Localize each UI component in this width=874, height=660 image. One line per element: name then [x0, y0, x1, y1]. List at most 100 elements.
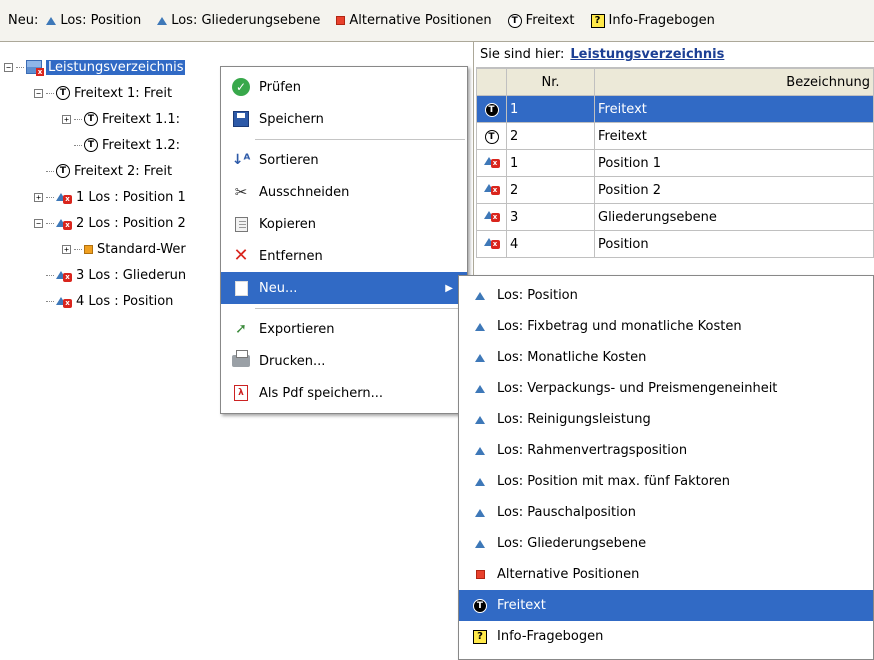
tree-item[interactable]: + x 1 Los : Position 1 — [34, 186, 186, 208]
submenu-item-los-position[interactable]: Los: Position — [459, 280, 873, 311]
menu-item-kopieren[interactable]: Kopieren — [221, 208, 467, 240]
pdf-icon: λ — [234, 385, 248, 401]
scissors-icon: ✂ — [234, 183, 248, 201]
submenu-item-info-fragebogen[interactable]: ? Info-Fragebogen — [459, 621, 873, 652]
leistungsverzeichnis-icon: x — [26, 60, 44, 76]
tree-item-label: Leistungsverzeichnis — [46, 59, 186, 75]
breadcrumb-link[interactable]: Leistungsverzeichnis — [570, 47, 724, 62]
row-icon-cell: x — [476, 203, 507, 231]
submenu-item-los-pauschal[interactable]: Los: Pauschalposition — [459, 497, 873, 528]
menu-item-label: Neu... — [259, 280, 298, 296]
tree-item[interactable]: + T Freitext 1.1: — [62, 108, 180, 130]
delete-x-icon: ✕ — [233, 245, 249, 266]
submenu-item-los-fixbetrag[interactable]: Los: Fixbetrag und monatliche Kosten — [459, 311, 873, 342]
menu-item-label: Sortieren — [259, 152, 319, 168]
submenu-item-alternative-positionen[interactable]: Alternative Positionen — [459, 559, 873, 590]
row-icon-cell: x — [476, 149, 507, 177]
submenu-item-label: Los: Fixbetrag und monatliche Kosten — [497, 319, 742, 334]
toolbar-new-info-fragebogen-button[interactable]: ? Info-Fragebogen — [590, 13, 715, 28]
table-row[interactable]: x 4 Position — [476, 230, 874, 258]
submenu-item-label: Los: Gliederungsebene — [497, 536, 647, 551]
tree-item[interactable]: T Freitext 2: Freit — [46, 160, 172, 182]
submenu-item-los-rahmenvertrag[interactable]: Los: Rahmenvertragsposition — [459, 435, 873, 466]
icon-column-header[interactable] — [476, 68, 507, 96]
submenu-item-los-monatliche-kosten[interactable]: Los: Monatliche Kosten — [459, 342, 873, 373]
toolbar-label: Neu: — [8, 13, 39, 28]
toolbar-new-alternative-positionen-button[interactable]: Alternative Positionen — [336, 13, 492, 28]
collapse-icon[interactable]: − — [34, 218, 43, 228]
expand-icon[interactable]: + — [34, 192, 43, 202]
triangle-blue-icon — [46, 16, 57, 25]
menu-item-drucken[interactable]: Drucken... — [221, 345, 467, 377]
tree-item-label: Freitext 1: Freit — [74, 85, 173, 101]
menu-item-entfernen[interactable]: ✕ Entfernen — [221, 240, 467, 272]
los-position-icon: x — [483, 154, 500, 168]
table-row[interactable]: x 3 Gliederungsebene — [476, 203, 874, 231]
tree-item[interactable]: − x 2 Los : Position 2 — [34, 212, 186, 234]
nr-cell: 4 — [506, 230, 595, 258]
tree-connector — [46, 92, 54, 94]
freitext-t-icon: T — [484, 103, 499, 117]
tree-item[interactable]: x 3 Los : Gliederun — [46, 264, 186, 286]
square-orange-icon — [84, 244, 93, 254]
row-icon-cell: x — [476, 230, 507, 258]
tree-item-label: 2 Los : Position 2 — [76, 215, 186, 231]
freitext-t-icon: T — [84, 138, 98, 152]
toolbar-new-los-gliederungsebene-button[interactable]: Los: Gliederungsebene — [157, 13, 320, 28]
los-position-icon: x — [56, 190, 72, 204]
toolbar-new-los-position-button[interactable]: Los: Position — [46, 13, 141, 28]
triangle-blue-icon — [475, 477, 485, 486]
square-red-icon — [475, 570, 485, 579]
submenu-item-los-gliederungsebene[interactable]: Los: Gliederungsebene — [459, 528, 873, 559]
table-row[interactable]: x 2 Position 2 — [476, 176, 874, 204]
info-question-icon: ? — [590, 13, 605, 28]
submenu-item-label: Los: Position mit max. fünf Faktoren — [497, 474, 730, 489]
submenu-item-label: Los: Verpackungs- und Preismengeneinheit — [497, 381, 778, 396]
tree-item[interactable]: x 4 Los : Position — [46, 290, 173, 312]
menu-item-sortieren[interactable]: ↓ᴬ Sortieren — [221, 144, 467, 176]
tree-item[interactable]: T Freitext 1.2: — [74, 134, 180, 156]
row-icon-cell: x — [476, 176, 507, 204]
square-red-icon — [336, 16, 346, 25]
triangle-blue-icon — [475, 539, 485, 548]
tree-connector — [16, 66, 24, 68]
menu-item-speichern[interactable]: Speichern — [221, 103, 467, 135]
tree-item-label: 4 Los : Position — [76, 293, 174, 309]
bezeichnung-cell: Position 2 — [594, 176, 874, 204]
submenu-item-los-fuenf-faktoren[interactable]: Los: Position mit max. fünf Faktoren — [459, 466, 873, 497]
collapse-icon[interactable]: − — [4, 62, 13, 72]
context-menu: ✓ Prüfen Speichern ↓ᴬ Sortieren ✂ Aussch… — [220, 66, 468, 414]
table-row[interactable]: T 2 Freitext — [476, 122, 874, 150]
tree-item[interactable]: + Standard-Wer — [62, 238, 186, 260]
submenu-item-label: Alternative Positionen — [497, 567, 640, 582]
neu-submenu: Los: Position Los: Fixbetrag und monatli… — [458, 275, 874, 660]
menu-item-pruefen[interactable]: ✓ Prüfen — [221, 71, 467, 103]
submenu-item-los-reinigung[interactable]: Los: Reinigungsleistung — [459, 404, 873, 435]
expand-icon[interactable]: + — [62, 114, 71, 124]
menu-item-label: Kopieren — [259, 216, 316, 232]
bezeichnung-column-header[interactable]: Bezeichnung — [594, 68, 874, 96]
nr-column-header[interactable]: Nr. — [506, 68, 595, 96]
tree-item-label: Freitext 1.1: — [102, 111, 181, 127]
toolbar-item-label: Los: Gliederungsebene — [171, 13, 321, 28]
table-row[interactable]: x 1 Position 1 — [476, 149, 874, 177]
table-row[interactable]: T 1 Freitext — [476, 95, 874, 123]
expand-icon[interactable]: + — [62, 244, 71, 254]
triangle-blue-icon — [475, 322, 485, 331]
menu-item-als-pdf-speichern[interactable]: λ Als Pdf speichern... — [221, 377, 467, 409]
tree-root[interactable]: − x Leistungsverzeichnis — [4, 56, 186, 78]
menu-item-exportieren[interactable]: ➚ Exportieren — [221, 313, 467, 345]
table-header: Nr. Bezeichnung — [476, 68, 874, 96]
menu-item-neu[interactable]: Neu... ▶ — [221, 272, 467, 304]
tree-item[interactable]: − T Freitext 1: Freit — [34, 82, 172, 104]
submenu-item-los-verpackung[interactable]: Los: Verpackungs- und Preismengeneinheit — [459, 373, 873, 404]
printer-icon — [232, 350, 250, 367]
submenu-item-freitext[interactable]: T Freitext — [459, 590, 873, 621]
submenu-item-label: Los: Reinigungsleistung — [497, 412, 651, 427]
tree-item-label: 3 Los : Gliederun — [76, 267, 187, 283]
menu-item-ausschneiden[interactable]: ✂ Ausschneiden — [221, 176, 467, 208]
collapse-icon[interactable]: − — [34, 88, 43, 98]
toolbar-new-freitext-button[interactable]: T Freitext — [507, 13, 575, 28]
nr-cell: 1 — [506, 149, 595, 177]
triangle-blue-icon — [475, 291, 485, 300]
